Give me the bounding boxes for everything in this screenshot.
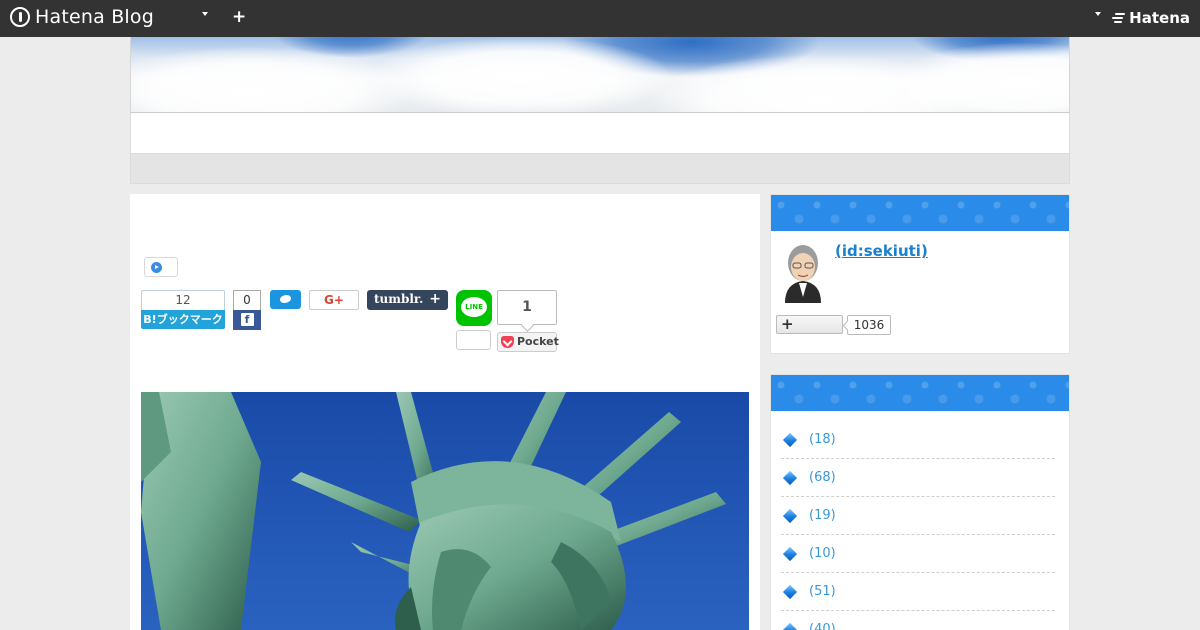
hatebu-count: 12 bbox=[141, 290, 225, 310]
account-menu-caret-icon[interactable] bbox=[1095, 12, 1101, 16]
line-icon: LINE bbox=[461, 297, 487, 317]
tumblr-plus-icon: + bbox=[429, 291, 441, 307]
entry-article: 12 B!ブックマーク 0 f G+ tumblr. + LINE 1 Pock… bbox=[130, 194, 760, 630]
blue-diamond-icon bbox=[782, 432, 798, 447]
hatena-brand-text: Hatena bbox=[1129, 9, 1190, 27]
line-share-button[interactable]: LINE bbox=[456, 290, 492, 326]
category-item[interactable]: (51) bbox=[781, 573, 1055, 611]
category-item[interactable]: (68) bbox=[781, 459, 1055, 497]
new-post-button[interactable]: + bbox=[232, 7, 246, 27]
blue-diamond-icon bbox=[782, 508, 798, 523]
pocket-count: 1 bbox=[497, 290, 557, 325]
user-avatar[interactable] bbox=[779, 239, 827, 303]
facebook-count: 0 bbox=[233, 290, 261, 310]
blue-diamond-icon bbox=[782, 622, 798, 630]
googleplus-share-button[interactable]: G+ bbox=[309, 290, 359, 310]
category-count[interactable]: (68) bbox=[809, 470, 836, 485]
category-count[interactable]: (19) bbox=[809, 508, 836, 523]
statue-of-liberty-image bbox=[141, 392, 749, 630]
logo-text: Hatena Blog bbox=[35, 6, 154, 28]
audio-player-badge[interactable] bbox=[144, 257, 178, 277]
category-item[interactable]: (19) bbox=[781, 497, 1055, 535]
blog-title-area bbox=[130, 112, 1070, 154]
category-item[interactable]: (18) bbox=[781, 421, 1055, 459]
blue-diamond-icon bbox=[782, 546, 798, 561]
hatebu-bookmark-button[interactable]: B!ブックマーク bbox=[141, 310, 225, 329]
facebook-share-button[interactable]: f bbox=[233, 310, 261, 330]
tumblr-share-button[interactable]: tumblr. + bbox=[367, 290, 448, 310]
blue-diamond-icon bbox=[782, 584, 798, 599]
blog-description-bar bbox=[130, 154, 1070, 184]
follower-count[interactable]: 1036 bbox=[847, 315, 891, 335]
category-item[interactable]: (10) bbox=[781, 535, 1055, 573]
statue-of-liberty-photo bbox=[141, 392, 749, 630]
category-count[interactable]: (51) bbox=[809, 584, 836, 599]
hatena-topbar: Hatena Blog + Hatena bbox=[0, 0, 1200, 37]
play-icon bbox=[151, 262, 162, 273]
hatena-brand-link[interactable]: Hatena bbox=[1111, 9, 1190, 27]
pocket-icon bbox=[501, 336, 514, 348]
category-count[interactable]: (18) bbox=[809, 432, 836, 447]
sidebar-category-module: (18) (68) (19) (10) (51) (40) bbox=[770, 374, 1070, 630]
tumblr-label: tumblr. bbox=[374, 292, 424, 306]
category-list: (18) (68) (19) (10) (51) (40) bbox=[781, 421, 1055, 630]
hatena-blog-logo-icon bbox=[10, 7, 30, 27]
category-count[interactable]: (10) bbox=[809, 546, 836, 561]
twitter-share-button[interactable] bbox=[270, 290, 301, 309]
category-count[interactable]: (40) bbox=[809, 622, 836, 630]
facebook-icon: f bbox=[240, 313, 254, 326]
pocket-save-button[interactable]: Pocket bbox=[497, 332, 559, 352]
profile-id-link[interactable]: (id:sekiuti) bbox=[835, 242, 928, 260]
sidebar-profile-module: (id:sekiuti) + 1036 bbox=[770, 194, 1070, 354]
hatena-blog-logo[interactable]: Hatena Blog bbox=[10, 6, 154, 28]
follow-button[interactable]: + bbox=[776, 315, 843, 334]
blog-menu-caret-icon[interactable] bbox=[202, 12, 208, 16]
category-module-header bbox=[771, 375, 1069, 411]
hatena-swoosh-icon bbox=[1111, 12, 1126, 24]
blue-diamond-icon bbox=[782, 470, 798, 485]
pocket-label: Pocket bbox=[517, 335, 559, 348]
line-count bbox=[456, 330, 491, 350]
profile-module-header bbox=[771, 195, 1069, 231]
category-item[interactable]: (40) bbox=[781, 611, 1055, 630]
blog-header-image[interactable] bbox=[130, 37, 1070, 113]
